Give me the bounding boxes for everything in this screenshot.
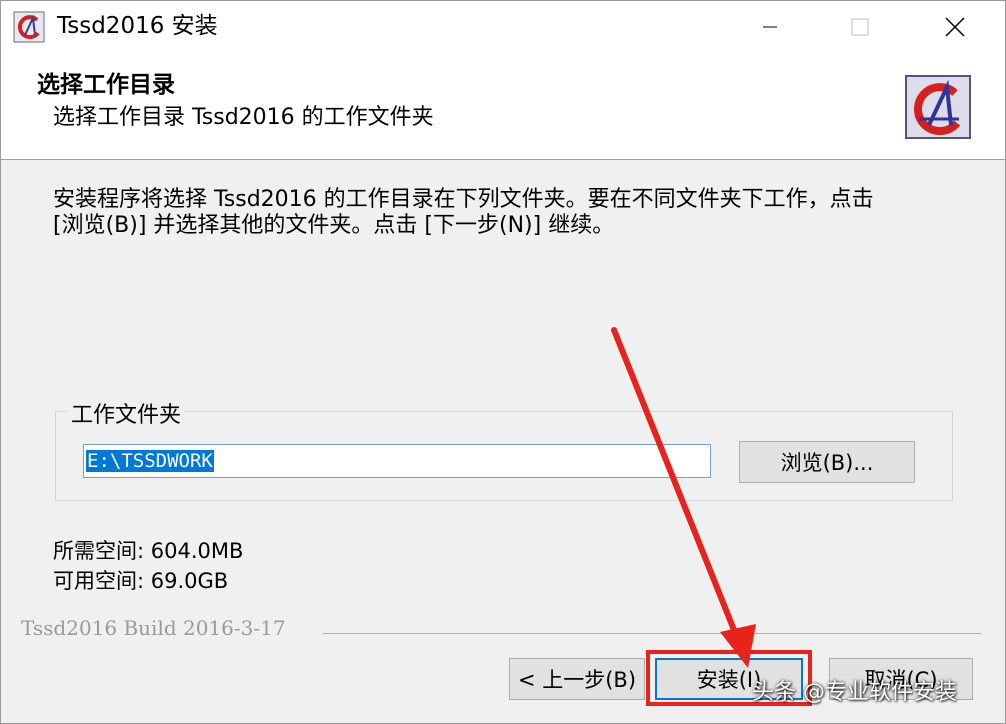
- space-available: 可用空间: 69.0GB: [53, 569, 229, 593]
- folder-path-input[interactable]: E:\TSSDWORK: [83, 444, 711, 478]
- watermark-text: 头条 @专业软件安装: [752, 680, 957, 705]
- close-button[interactable]: [910, 1, 1000, 53]
- minimize-icon: [763, 26, 777, 28]
- installer-window: Tssd2016 安装 选择工作目录 选择工作目录 Tssd2016 的工作文件…: [0, 0, 1006, 724]
- back-button[interactable]: < 上一步(B): [509, 658, 645, 700]
- build-label: Tssd2016 Build 2016-3-17: [21, 616, 286, 640]
- maximize-icon: [851, 18, 869, 36]
- space-required: 所需空间: 604.0MB: [53, 539, 244, 563]
- page-subtitle: 选择工作目录 Tssd2016 的工作文件夹: [53, 105, 434, 130]
- close-icon: [945, 17, 965, 37]
- browse-button[interactable]: 浏览(B)...: [739, 441, 915, 483]
- folder-path-value: E:\TSSDWORK: [86, 450, 214, 472]
- maximize-button: [815, 1, 905, 53]
- tssd-app-icon: [13, 11, 45, 43]
- tssd-logo-icon: [905, 75, 971, 139]
- minimize-button[interactable]: [725, 1, 815, 53]
- instructions-text: 安装程序将选择 Tssd2016 的工作目录在下列文件夹。要在不同文件夹下工作，…: [53, 187, 874, 238]
- folder-groupbox-label: 工作文件夹: [67, 397, 186, 429]
- page-title: 选择工作目录: [37, 72, 175, 98]
- wizard-header: 选择工作目录 选择工作目录 Tssd2016 的工作文件夹: [1, 53, 1005, 160]
- window-title: Tssd2016 安装: [57, 13, 218, 39]
- title-bar: Tssd2016 安装: [1, 1, 1005, 53]
- footer-divider: [323, 633, 981, 634]
